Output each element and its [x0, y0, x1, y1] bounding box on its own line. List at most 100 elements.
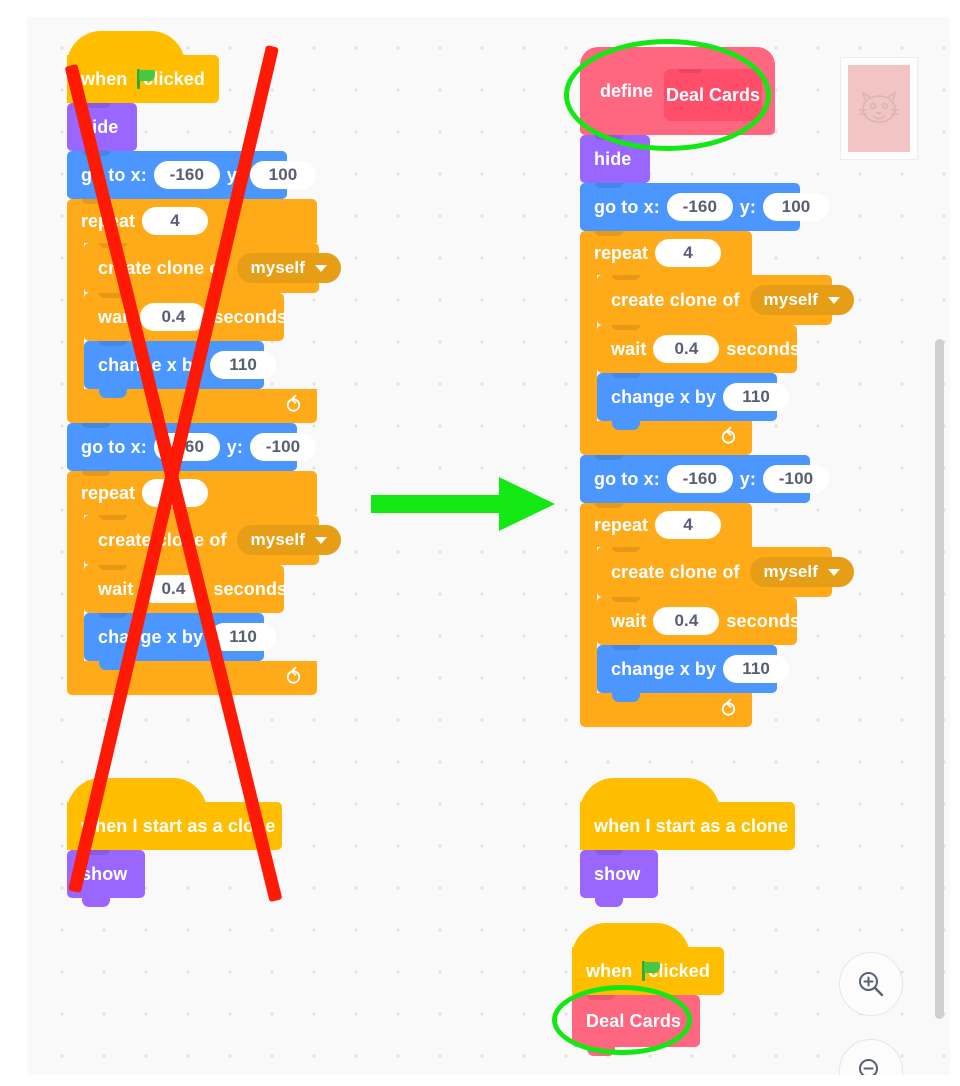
- goto-x-label: go to x:: [594, 196, 660, 217]
- right-repeat-block-1[interactable]: repeat 4 create clone of myself wait 0.4…: [580, 231, 855, 455]
- repeat-header: repeat 4: [67, 471, 317, 515]
- cat-face-icon: [859, 90, 899, 123]
- goto-y-input[interactable]: -100: [763, 465, 830, 493]
- clone-target-value: myself: [250, 530, 306, 549]
- when-clone-label: when I start as a clone: [594, 815, 789, 836]
- repeat-header: repeat 4: [580, 231, 752, 275]
- seconds-label: seconds: [213, 578, 288, 599]
- goto-y-input[interactable]: 100: [763, 193, 830, 221]
- left-change-x-block-1[interactable]: change x by 110: [84, 341, 277, 398]
- zoom-out-icon: [859, 1059, 878, 1075]
- left-wait-block-1[interactable]: wait 0.4 seconds: [84, 293, 288, 341]
- right-wait-block-2[interactable]: wait 0.4 seconds: [597, 597, 801, 645]
- seconds-label: seconds: [726, 338, 801, 359]
- sprite-watermark-card: [841, 58, 917, 159]
- change-x-label: change x by: [98, 626, 204, 647]
- loop-arrow-icon: ⥁: [720, 697, 736, 722]
- goto-x-label: go to x:: [81, 436, 147, 457]
- repeat-body: create clone of myself wait 0.4 seconds …: [580, 547, 855, 702]
- right-goto-xy-block-2[interactable]: go to x: -160 y: -100: [580, 455, 830, 512]
- blocks-workspace-canvas[interactable]: when clicked hide go to x: -160 y: 100 r…: [27, 17, 950, 1075]
- when-label: when: [586, 960, 633, 981]
- right-show-block[interactable]: show: [580, 850, 658, 907]
- right-wait-block-1[interactable]: wait 0.4 seconds: [597, 325, 801, 373]
- create-clone-label: create clone of: [611, 289, 740, 310]
- goto-x-input[interactable]: -160: [666, 193, 733, 221]
- wait-label: wait: [611, 338, 647, 359]
- right-create-clone-block-2[interactable]: create clone of myself: [597, 547, 855, 597]
- vertical-scrollbar[interactable]: [935, 339, 944, 1019]
- when-clone-label: when I start as a clone: [81, 815, 276, 836]
- loop-arrow-icon: ⥁: [285, 665, 301, 690]
- repeat-label: repeat: [81, 482, 136, 503]
- zoom-in-icon: [859, 972, 884, 997]
- right-clone-script-stack[interactable]: when I start as a clone show: [580, 778, 795, 907]
- wait-label: wait: [98, 578, 134, 599]
- loop-arrow-icon: ⥁: [720, 425, 736, 450]
- seconds-label: seconds: [726, 610, 801, 631]
- wait-seconds-input[interactable]: 0.4: [653, 335, 720, 363]
- clone-target-value: myself: [763, 290, 819, 309]
- repeat-footer: ⥁: [580, 421, 752, 455]
- show-label: show: [594, 863, 641, 884]
- repeat-times-input[interactable]: 4: [655, 239, 722, 267]
- change-x-input[interactable]: 110: [723, 655, 790, 683]
- green-flag-icon: [134, 69, 156, 89]
- repeat-body: create clone of myself wait 0.4 seconds …: [580, 275, 855, 430]
- goto-y-label: y:: [226, 436, 244, 457]
- clone-target-value: myself: [763, 562, 819, 581]
- right-when-clone-hat[interactable]: when I start as a clone: [580, 778, 795, 859]
- loop-arrow-icon: ⥁: [285, 393, 301, 418]
- change-x-label: change x by: [611, 386, 717, 407]
- clone-target-dropdown[interactable]: myself: [236, 253, 342, 283]
- goto-y-label: y:: [739, 196, 757, 217]
- left-wait-block-2[interactable]: wait 0.4 seconds: [84, 565, 288, 613]
- left-create-clone-block-2[interactable]: create clone of myself: [84, 515, 342, 565]
- change-x-input[interactable]: 110: [210, 351, 277, 379]
- change-x-label: change x by: [611, 658, 717, 679]
- clone-target-dropdown[interactable]: myself: [749, 557, 855, 587]
- goto-x-input[interactable]: -160: [666, 465, 733, 493]
- right-goto-xy-block-1[interactable]: go to x: -160 y: 100: [580, 183, 830, 240]
- hat-body: when clicked: [67, 55, 219, 112]
- repeat-footer: ⥁: [580, 693, 752, 727]
- right-script-stack[interactable]: define Deal Cards hide go to x: -160 y: …: [580, 47, 855, 727]
- hide-label: hide: [594, 148, 632, 169]
- green-right-arrow-icon: [371, 477, 555, 531]
- repeat-header: repeat 4: [580, 503, 752, 547]
- goto-y-input[interactable]: -100: [250, 433, 317, 461]
- repeat-times-input[interactable]: 4: [655, 511, 722, 539]
- chevron-down-icon: [315, 264, 328, 272]
- goto-y-label: y:: [739, 468, 757, 489]
- right-change-x-block-1[interactable]: change x by 110: [597, 373, 790, 430]
- hat-body: when I start as a clone: [580, 802, 795, 859]
- right-change-x-block-2[interactable]: change x by 110: [597, 645, 790, 702]
- zoom-in-button[interactable]: [839, 952, 903, 1016]
- clone-target-dropdown[interactable]: myself: [236, 525, 342, 555]
- chevron-down-icon: [828, 296, 841, 304]
- chevron-down-icon: [315, 536, 328, 544]
- seconds-label: seconds: [213, 306, 288, 327]
- chevron-down-icon: [828, 568, 841, 576]
- right-create-clone-block-1[interactable]: create clone of myself: [597, 275, 855, 325]
- show-label: show: [81, 863, 128, 884]
- left-when-flag-clicked-hat[interactable]: when clicked: [67, 31, 317, 112]
- goto-x-label: go to x:: [594, 468, 660, 489]
- zoom-out-button[interactable]: [839, 1039, 903, 1075]
- clone-target-dropdown[interactable]: myself: [749, 285, 855, 315]
- wait-seconds-input[interactable]: 0.4: [140, 303, 207, 331]
- change-x-input[interactable]: 110: [723, 383, 790, 411]
- right-repeat-block-2[interactable]: repeat 4 create clone of myself wait 0.4…: [580, 503, 855, 727]
- repeat-times-input[interactable]: 4: [142, 207, 209, 235]
- repeat-label: repeat: [594, 514, 649, 535]
- goto-y-input[interactable]: 100: [250, 161, 317, 189]
- when-label: when: [81, 68, 128, 89]
- left-change-x-block-2[interactable]: change x by 110: [84, 613, 277, 670]
- wait-seconds-input[interactable]: 0.4: [653, 607, 720, 635]
- repeat-label: repeat: [594, 242, 649, 263]
- goto-x-input[interactable]: -160: [153, 161, 220, 189]
- create-clone-label: create clone of: [611, 561, 740, 582]
- highlight-ellipse-call: [552, 985, 692, 1055]
- wait-label: wait: [611, 610, 647, 631]
- highlight-ellipse-define: [564, 39, 771, 151]
